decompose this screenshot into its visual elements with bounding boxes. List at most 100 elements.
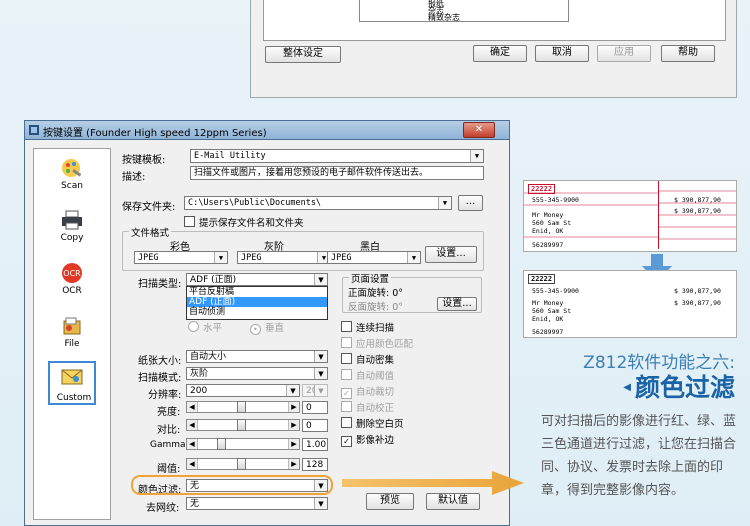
list-item[interactable]: 报纸 — [428, 0, 568, 8]
checkbox-box[interactable] — [341, 353, 352, 364]
descreen-select[interactable]: 无 — [186, 497, 328, 510]
radio-label: 水平 — [203, 323, 223, 334]
ok-button[interactable]: 确定 — [473, 45, 527, 62]
checkbox-box[interactable] — [184, 216, 195, 227]
right-arrow-icon[interactable]: ▶ — [288, 420, 299, 430]
sidebar-item-file[interactable]: File — [34, 315, 110, 349]
form-city: Enid, OK — [532, 315, 564, 323]
threshold-slider[interactable]: ◀ ▶ — [186, 458, 300, 470]
auto-deskew-checkbox[interactable]: 自动校正 — [341, 400, 394, 414]
brightness-label: 亮度: — [157, 407, 181, 418]
defaults-button[interactable]: 默认值 — [426, 493, 480, 510]
radio-circle[interactable]: • — [250, 324, 261, 335]
brightness-slider[interactable]: ◀ ▶ — [186, 401, 300, 413]
sidebar-item-label: Scan — [61, 181, 83, 191]
auto-crop-checkbox[interactable]: ✓ 自动裁切 — [341, 384, 394, 399]
dialog-titlebar[interactable]: 按键设置 (Founder High speed 12ppm Series) ✕ — [24, 120, 510, 140]
right-arrow-icon[interactable]: ▶ — [288, 459, 299, 469]
continuous-scan-checkbox[interactable]: 连续扫描 — [341, 320, 394, 334]
sidebar-item-custom[interactable]: Custom — [48, 361, 96, 405]
color-format-select[interactable]: JPEG — [134, 251, 228, 264]
delete-blank-page-checkbox[interactable]: 删除空白页 — [341, 416, 404, 430]
sidebar-item-ocr[interactable]: OCR OCR — [34, 262, 110, 296]
close-button[interactable]: ✕ — [463, 122, 495, 138]
contrast-value[interactable]: 0 — [302, 419, 328, 432]
form-amount-1: $ 390,877,90 — [674, 287, 721, 295]
checkbox-label: 自动密集 — [356, 355, 395, 366]
form-amount-2: $ 390,877,90 — [674, 299, 721, 307]
cancel-button[interactable]: 取消 — [535, 45, 589, 62]
prompt-filename-checkbox[interactable]: 提示保存文件名和文件夹 — [184, 215, 304, 229]
gray-format-select[interactable]: JPEG — [237, 251, 331, 264]
help-button[interactable]: 帮助 — [661, 45, 715, 62]
resolution-select[interactable]: 200 — [186, 384, 300, 397]
threshold-value[interactable]: 128 — [302, 458, 328, 471]
template-select[interactable]: E-Mail Utility — [190, 149, 484, 163]
checkbox-box[interactable]: ✓ — [341, 388, 352, 399]
left-arrow-icon[interactable]: ◀ — [187, 402, 198, 412]
feature-title-text: 颜色过滤 — [634, 373, 735, 402]
app-icon — [29, 125, 39, 135]
checkbox-box[interactable] — [341, 401, 352, 412]
left-arrow-icon[interactable]: ◀ — [187, 459, 198, 469]
left-arrow-icon[interactable]: ◀ — [187, 420, 198, 430]
scan-type-dropdown[interactable]: 平台反射稿 ADF (正面) 自动侦测 — [186, 286, 328, 320]
browse-button[interactable]: ... — [458, 195, 483, 211]
list-item[interactable]: 精致杂志 — [428, 14, 568, 22]
slider-thumb[interactable] — [237, 458, 246, 470]
form-name: Mr Money — [532, 299, 564, 307]
contrast-slider[interactable]: ◀ ▶ — [186, 419, 300, 431]
auto-density-checkbox[interactable]: 自动密集 — [341, 352, 394, 366]
slider-thumb[interactable] — [217, 438, 226, 450]
description-label: 描述: — [122, 172, 146, 183]
resolution-custom[interactable]: 200 — [302, 384, 328, 397]
checkbox-box[interactable] — [341, 321, 352, 332]
checkbox-box[interactable] — [341, 369, 352, 380]
bw-format-select[interactable]: JPEG — [327, 251, 421, 264]
sidebar-item-copy[interactable]: Copy — [34, 209, 110, 243]
document-before: 22222 555-345-9900 Mr Money 560 Sam St E… — [523, 180, 737, 252]
left-arrow-icon[interactable]: ◀ — [187, 439, 198, 449]
orientation-horizontal-radio[interactable]: 水平 — [188, 320, 222, 334]
right-arrow-icon[interactable]: ▶ — [288, 402, 299, 412]
edge-fill-checkbox[interactable]: ✓ 影像补边 — [341, 432, 394, 447]
slider-thumb[interactable] — [237, 401, 246, 413]
scan-mode-select[interactable]: 灰阶 — [186, 367, 328, 380]
sidebar-item-label: Copy — [60, 233, 84, 243]
top-dialog-list[interactable]: 报纸 杂志 精致杂志 — [359, 0, 569, 22]
orientation-vertical-radio[interactable]: • 垂直 — [250, 320, 284, 335]
checkbox-box[interactable] — [341, 417, 352, 428]
color-match-checkbox[interactable]: 应用颜色匹配 — [341, 336, 413, 350]
format-settings-button[interactable]: 设置... — [425, 246, 477, 263]
dropdown-option-selected[interactable]: ADF (正面) — [187, 297, 327, 307]
scan-icon — [62, 159, 82, 177]
gamma-label: Gamma: — [150, 440, 189, 450]
slider-thumb[interactable] — [237, 419, 246, 431]
gamma-slider[interactable]: ◀ ▶ — [186, 438, 300, 450]
gamma-value[interactable]: 1.00 — [302, 438, 328, 451]
right-arrow-icon[interactable]: ▶ — [288, 439, 299, 449]
dialog-title: 按键设置 (Founder High speed 12ppm Series) — [43, 128, 267, 139]
radio-circle[interactable] — [188, 321, 199, 332]
form-id: 22222 — [528, 274, 556, 284]
save-folder-select[interactable]: C:\Users\Public\Documents\ — [184, 196, 452, 210]
global-settings-button[interactable]: 整体设定 — [265, 46, 341, 63]
checkbox-box[interactable]: ✓ — [341, 436, 352, 447]
paper-size-select[interactable]: 自动大小 — [186, 350, 328, 363]
description-field[interactable]: 扫描文件或图片，接着用您预设的电子邮件软件传送出去。 — [190, 166, 484, 180]
checkbox-label: 自动阈值 — [356, 371, 395, 382]
page-settings-button[interactable]: 设置... — [437, 297, 477, 311]
dropdown-option[interactable]: 自动侦测 — [187, 307, 327, 317]
apply-button[interactable]: 应用 — [597, 45, 651, 62]
brightness-value[interactable]: 0 — [302, 401, 328, 414]
checkbox-label: 删除空白页 — [356, 419, 404, 430]
close-icon: ✕ — [474, 124, 484, 135]
sidebar-item-scan[interactable]: Scan — [34, 157, 110, 191]
auto-threshold-checkbox[interactable]: 自动阈值 — [341, 368, 394, 382]
scan-type-select[interactable]: ADF (正面) — [186, 273, 328, 286]
dropdown-option[interactable]: 平台反射稿 — [187, 287, 327, 297]
preview-button[interactable]: 预览 — [366, 493, 414, 510]
sidebar-item-label: OCR — [62, 286, 82, 296]
sidebar-item-label: Custom — [56, 393, 92, 403]
checkbox-box[interactable] — [341, 337, 352, 348]
